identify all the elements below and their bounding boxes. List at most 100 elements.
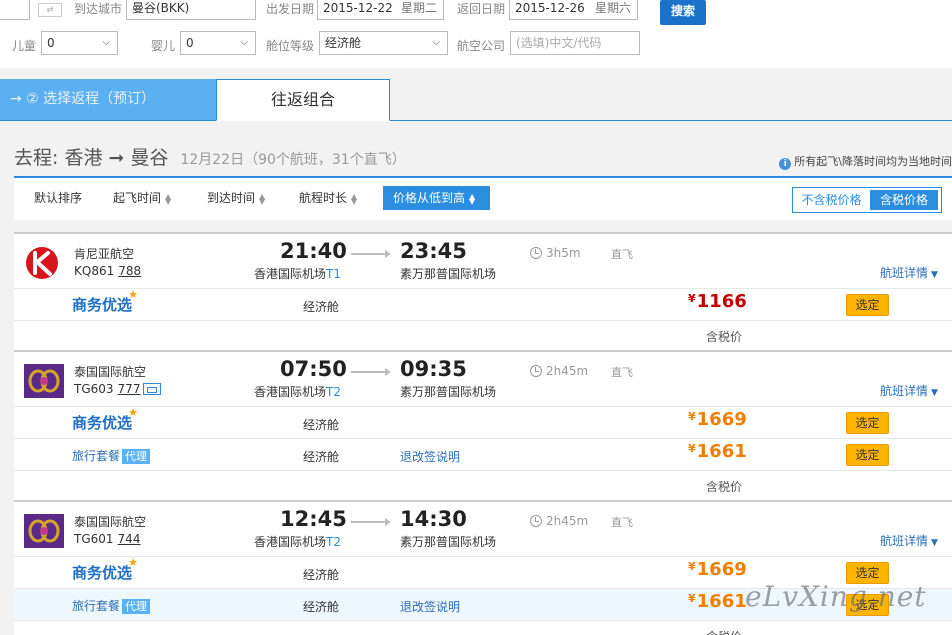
- fare-price: ¥1669: [688, 409, 747, 430]
- child-label: 儿童: [12, 39, 37, 53]
- flight-detail-link[interactable]: 航班详情 ▼: [880, 532, 938, 549]
- agent-badge: 代理: [122, 599, 151, 614]
- fare-price: ¥1661: [688, 591, 747, 612]
- search-form: ⇄ 到达城市 曼谷(BKK) 出发日期 2015-12-22 星期二 返回日期 …: [0, 0, 952, 68]
- tab-select-return[interactable]: → ② 选择返程（预订）: [0, 79, 216, 120]
- fare-price: ¥1166: [688, 291, 747, 312]
- flight-duration: 2h45m: [530, 514, 588, 528]
- direct-flight-label: 直飞: [611, 366, 633, 379]
- flight-detail-link[interactable]: 航班详情 ▼: [880, 264, 938, 281]
- thai-airways-logo: [24, 514, 64, 548]
- chevron-down-icon: ▼: [931, 270, 938, 280]
- flight-card: 肯尼亚航空 KQ861 788 21:40 23:45 香港国际机场T1 素万那普…: [14, 232, 952, 351]
- select-fare-button[interactable]: 选定: [846, 294, 889, 316]
- arrive-time: 14:30: [400, 507, 467, 531]
- sort-price-low-high[interactable]: 价格从低到高 ▲ ▼: [383, 186, 490, 210]
- change-refund-rules-link[interactable]: 退改签说明: [400, 448, 460, 465]
- star-icon: ★: [128, 406, 139, 419]
- star-icon: ★: [128, 288, 139, 301]
- arrive-airport: 素万那普国际机场: [400, 267, 497, 281]
- plane-type[interactable]: 777: [118, 382, 141, 396]
- tax-included-note: 含税价: [706, 330, 743, 344]
- select-fare-button[interactable]: 选定: [846, 444, 889, 466]
- clock-icon: [530, 247, 542, 259]
- depart-date-label: 出发日期: [266, 2, 315, 16]
- tax-note-row: 含税价: [14, 320, 952, 350]
- route-header: 去程: 香港 ➞ 曼谷 12月22日（90个航班，31个直飞）: [14, 143, 406, 170]
- fare-row: 商务优选 ★ 经济舱 ¥1669 选定: [14, 406, 952, 438]
- direct-flight-label: 直飞: [611, 248, 633, 261]
- flight-card: 泰国国际航空 TG601 744 12:45 14:30 香港国际机场T2 素万那…: [14, 500, 952, 635]
- toggle-no-tax[interactable]: 不含税价格: [793, 188, 870, 212]
- depart-terminal: T1: [326, 267, 341, 281]
- depart-terminal: T2: [326, 535, 341, 549]
- infant-select[interactable]: 0 ⌵: [180, 31, 256, 55]
- return-weekday: 星期六: [594, 1, 631, 15]
- cabin-class: 经济舱: [303, 450, 340, 464]
- depart-terminal: T2: [326, 385, 341, 399]
- child-select[interactable]: 0 ⌵: [41, 31, 118, 55]
- kenya-airways-logo: [26, 247, 58, 279]
- business-preferred-label: 商务优选 ★: [72, 556, 139, 582]
- arrive-city-input[interactable]: 曼谷(BKK): [126, 0, 256, 20]
- sort-arrows-icon: ▲ ▼: [259, 191, 266, 206]
- plane-type[interactable]: 788: [118, 264, 141, 278]
- flight-number: TG601 744: [74, 532, 141, 546]
- sort-arrows-icon: ▲ ▼: [351, 191, 358, 206]
- airline-name: 泰国国际航空: [74, 365, 147, 379]
- depart-date-input[interactable]: 2015-12-22 星期二: [317, 0, 444, 20]
- from-city-input[interactable]: [0, 0, 30, 20]
- chevron-down-icon: ⌵: [102, 37, 110, 48]
- sort-default[interactable]: 默认排序: [34, 189, 82, 206]
- cabin-class: 经济舱: [303, 300, 340, 314]
- toggle-with-tax[interactable]: 含税价格: [870, 190, 938, 210]
- plane-type[interactable]: 744: [118, 532, 141, 546]
- fare-row: 商务优选 ★ 经济舱 ¥1166 选定: [14, 288, 952, 320]
- select-fare-button[interactable]: 选定: [846, 412, 889, 434]
- cabin-class: 经济舱: [303, 418, 340, 432]
- airline-name: 肯尼亚航空: [74, 247, 135, 261]
- arrive-airport: 素万那普国际机场: [400, 385, 497, 399]
- sort-duration[interactable]: 航程时长 ▲ ▼: [299, 189, 359, 206]
- info-icon: i: [779, 158, 792, 170]
- flight-card: 泰国国际航空 TG603 777 07:50 09:35 香港国际机场T2 素万那…: [14, 350, 952, 500]
- infant-label: 婴儿: [151, 39, 176, 53]
- flight-detail-link[interactable]: 航班详情 ▼: [880, 382, 938, 399]
- fare-price: ¥1661: [688, 441, 747, 462]
- arrive-time: 23:45: [400, 239, 467, 263]
- tax-included-note: 含税价: [706, 480, 743, 494]
- flight-arrow-icon: [351, 518, 391, 526]
- sort-depart-time[interactable]: 起飞时间 ▲ ▼: [113, 189, 173, 206]
- flight-arrow-icon: [351, 250, 391, 258]
- arrive-city-label: 到达城市: [74, 2, 123, 16]
- depart-time: 21:40: [280, 239, 347, 263]
- clock-icon: [530, 515, 542, 527]
- step-tabs: → ② 选择返程（预订） 往返组合: [0, 79, 952, 121]
- star-icon: ★: [128, 556, 139, 569]
- swap-cities-icon[interactable]: ⇄: [38, 3, 62, 17]
- chevron-down-icon: ⌵: [432, 37, 440, 48]
- change-refund-rules-link[interactable]: 退改签说明: [400, 598, 460, 615]
- sort-arrows-icon: ▲ ▼: [469, 191, 476, 206]
- flight-duration: 2h45m: [530, 364, 588, 378]
- chevron-down-icon: ▼: [931, 388, 938, 398]
- depart-time: 07:50: [280, 357, 347, 381]
- airline-name: 泰国国际航空: [74, 515, 147, 529]
- flight-duration: 3h5m: [530, 246, 581, 260]
- chevron-down-icon: ▼: [931, 538, 938, 548]
- cabin-select[interactable]: 经济舱 ⌵: [319, 31, 448, 55]
- search-button[interactable]: 搜索: [660, 0, 706, 25]
- direct-flight-label: 直飞: [611, 516, 633, 529]
- thai-airways-logo: [24, 364, 64, 398]
- business-preferred-label: 商务优选 ★: [72, 406, 139, 432]
- airline-input[interactable]: (选填)中文/代码: [510, 31, 640, 55]
- return-date-label: 返回日期: [457, 2, 506, 16]
- sort-arrive-time[interactable]: 到达时间 ▲ ▼: [207, 189, 267, 206]
- tab-round-trip-combo[interactable]: 往返组合: [216, 79, 390, 121]
- depart-airport: 香港国际机场T1: [254, 267, 341, 281]
- tax-price-toggle: 不含税价格 含税价格: [792, 187, 942, 213]
- arrive-airport: 素万那普国际机场: [400, 535, 497, 549]
- return-date-input[interactable]: 2015-12-26 星期六: [509, 0, 638, 20]
- business-preferred-label: 商务优选 ★: [72, 288, 139, 314]
- entertainment-screen-icon: [143, 383, 162, 395]
